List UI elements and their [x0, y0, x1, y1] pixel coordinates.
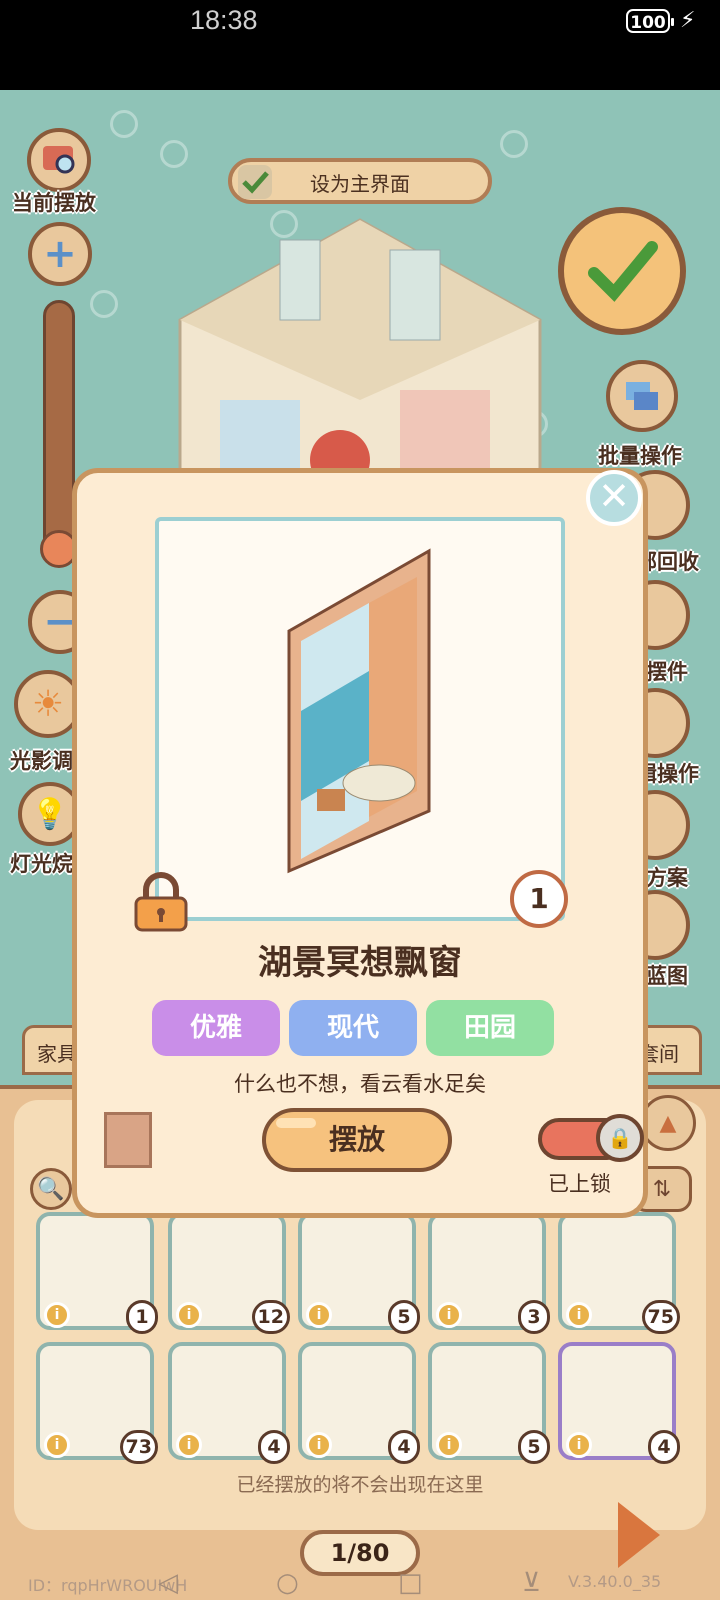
lock-status-label: 已上锁 — [548, 1172, 611, 1196]
style-tag-pastoral: 田园 — [426, 1000, 554, 1056]
charging-icon: ⚡ — [680, 8, 696, 33]
style-tag-elegant: 优雅 — [152, 1000, 280, 1056]
status-bar — [0, 0, 720, 90]
lock-icon — [134, 872, 188, 932]
item-preview-frame — [155, 517, 565, 921]
close-icon: ✕ — [598, 474, 630, 518]
place-button[interactable]: 摆放 — [262, 1108, 452, 1172]
close-button[interactable]: ✕ — [586, 470, 642, 526]
favorite-bookmark-icon[interactable] — [104, 1112, 152, 1168]
lock-toggle-knob-icon[interactable]: 🔒 — [596, 1114, 644, 1162]
battery-icon: 100 — [626, 9, 674, 33]
status-time: 18:38 — [190, 5, 258, 35]
item-description: 什么也不想，看云看水足矣 — [234, 1072, 486, 1096]
owned-count-badge: 1 — [510, 870, 568, 928]
style-tag-modern: 现代 — [289, 1000, 417, 1056]
item-name: 湖景冥想飘窗 — [258, 943, 462, 983]
window-seat-illustration — [287, 548, 431, 874]
